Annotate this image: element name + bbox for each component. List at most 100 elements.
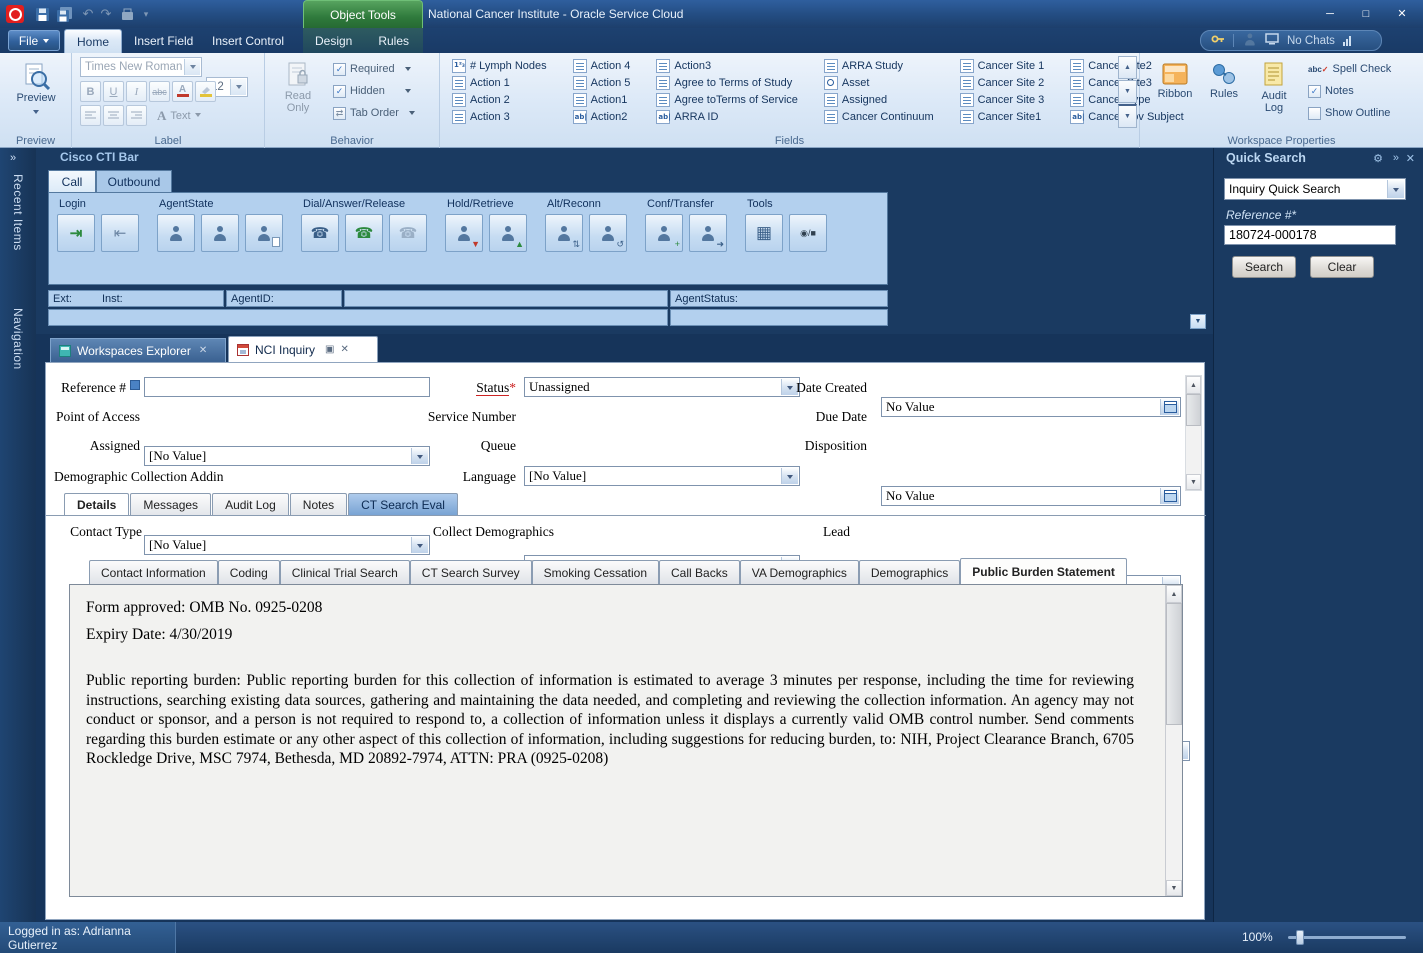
- alternate-icon[interactable]: ⇅: [545, 214, 583, 252]
- retrieve-icon[interactable]: ▲: [489, 214, 527, 252]
- tab-order-control[interactable]: ⇄ Tab Order: [333, 104, 415, 122]
- save-all-icon[interactable]: [54, 4, 74, 24]
- field-item[interactable]: Cancer Site 2: [956, 74, 1049, 91]
- form-scrollbar[interactable]: ▲ ▼: [1185, 375, 1202, 491]
- date-created-field[interactable]: No Value: [881, 397, 1181, 417]
- zoom-slider-track[interactable]: [1288, 936, 1406, 939]
- tab-clinical-trial-search[interactable]: Clinical Trial Search: [280, 560, 410, 584]
- save-icon[interactable]: [32, 4, 52, 24]
- clear-button[interactable]: Clear: [1310, 256, 1374, 278]
- field-item[interactable]: Cancer Site1: [956, 108, 1049, 125]
- strikethrough-button[interactable]: abc: [149, 81, 170, 102]
- login-icon[interactable]: ⇥: [57, 214, 95, 252]
- content-scrollbar[interactable]: ▲ ▼: [1165, 585, 1182, 896]
- answer-icon[interactable]: ☎: [345, 214, 383, 252]
- field-item[interactable]: ARRA ID: [652, 108, 802, 125]
- close-tab-icon[interactable]: ✕: [340, 344, 348, 355]
- logout-icon[interactable]: ⇤: [101, 214, 139, 252]
- key-icon[interactable]: [1211, 33, 1225, 48]
- field-item[interactable]: Action 2: [448, 91, 551, 108]
- tab-messages[interactable]: Messages: [130, 493, 211, 516]
- keypad-icon[interactable]: ▦: [745, 214, 783, 252]
- field-item[interactable]: Cancer Continuum: [820, 108, 938, 125]
- italic-button[interactable]: I: [126, 81, 147, 102]
- calendar-icon[interactable]: [1160, 488, 1179, 504]
- recent-items-panel-tab[interactable]: Recent Items: [11, 174, 25, 251]
- monitor-icon[interactable]: [1265, 33, 1279, 48]
- fields-scroll-down-button[interactable]: ▼: [1118, 80, 1137, 103]
- align-right-icon[interactable]: [126, 105, 147, 126]
- field-item[interactable]: Action 5: [569, 74, 635, 91]
- status-combo[interactable]: Unassigned: [524, 377, 800, 397]
- underline-button[interactable]: U: [103, 81, 124, 102]
- tab-ct-search-eval[interactable]: CT Search Eval: [348, 493, 458, 516]
- tab-notes[interactable]: Notes: [290, 493, 347, 516]
- show-outline-control[interactable]: Show Outline: [1308, 104, 1390, 122]
- scroll-up-button[interactable]: ▲: [1166, 585, 1182, 603]
- undo-icon[interactable]: ↶: [78, 4, 98, 24]
- toolbar-options-dropdown-icon[interactable]: ▾: [136, 4, 156, 24]
- close-button[interactable]: ✕: [1388, 4, 1416, 23]
- tab-call-backs[interactable]: Call Backs: [659, 560, 740, 584]
- audit-log-button[interactable]: Audit Log: [1250, 56, 1298, 130]
- fields-scroll-up-button[interactable]: ▲: [1118, 56, 1137, 79]
- align-left-icon[interactable]: [80, 105, 101, 126]
- tab-contact-information[interactable]: Contact Information: [89, 560, 218, 584]
- field-item[interactable]: ARRA Study: [820, 57, 938, 74]
- maximize-button[interactable]: □: [1352, 4, 1380, 23]
- rail-expand-icon[interactable]: »: [10, 152, 16, 164]
- reference-number-field[interactable]: [144, 377, 430, 397]
- rules-button[interactable]: Rules: [1202, 56, 1246, 130]
- read-only-button[interactable]: Read Only: [275, 56, 321, 130]
- reference-number-input[interactable]: [1224, 225, 1396, 245]
- service-number-combo[interactable]: [No Value]: [524, 466, 800, 486]
- bold-button[interactable]: B: [80, 81, 101, 102]
- file-menu-button[interactable]: File: [8, 30, 60, 51]
- tab-insert-control[interactable]: Insert Control: [200, 28, 296, 53]
- fields-gallery-more-button[interactable]: ▼: [1118, 104, 1137, 128]
- agent-ready-icon[interactable]: [157, 214, 195, 252]
- tab-ct-search-survey[interactable]: CT Search Survey: [410, 560, 532, 584]
- reconnect-icon[interactable]: ↺: [589, 214, 627, 252]
- required-control[interactable]: ✓ Required: [333, 60, 411, 78]
- gear-icon[interactable]: ⚙: [1373, 152, 1383, 165]
- tab-rules[interactable]: Rules: [364, 28, 423, 53]
- text-button[interactable]: AText: [157, 107, 201, 125]
- tab-audit-log[interactable]: Audit Log: [212, 493, 289, 516]
- scroll-down-button[interactable]: ▼: [1166, 880, 1182, 896]
- zoom-slider-thumb[interactable]: [1296, 930, 1304, 945]
- scroll-down-button[interactable]: ▼: [1186, 474, 1201, 490]
- calendar-icon[interactable]: [1160, 399, 1179, 415]
- font-color-button[interactable]: A: [172, 81, 193, 102]
- minimize-button[interactable]: ─: [1316, 4, 1344, 23]
- align-center-icon[interactable]: [103, 105, 124, 126]
- hidden-control[interactable]: ✓ Hidden: [333, 82, 411, 100]
- hold-icon[interactable]: ▼: [445, 214, 483, 252]
- field-item[interactable]: Action 4: [569, 57, 635, 74]
- field-item[interactable]: Agree toTerms of Service: [652, 91, 802, 108]
- close-tab-icon[interactable]: ✕: [199, 345, 207, 356]
- field-item[interactable]: Action 1: [448, 74, 551, 91]
- tab-public-burden-statement[interactable]: Public Burden Statement: [960, 558, 1127, 584]
- due-date-field[interactable]: No Value: [881, 486, 1181, 506]
- field-item[interactable]: # Lymph Nodes: [448, 57, 551, 74]
- field-item[interactable]: Action 3: [448, 108, 551, 125]
- quick-search-type-combo[interactable]: Inquiry Quick Search: [1224, 178, 1406, 200]
- cti-scroll-down-button[interactable]: ▼: [1190, 314, 1206, 329]
- release-icon[interactable]: ☎: [389, 214, 427, 252]
- scroll-thumb[interactable]: [1186, 394, 1201, 426]
- transfer-icon[interactable]: ➜: [689, 214, 727, 252]
- agent-work-icon[interactable]: [245, 214, 283, 252]
- expand-panel-icon[interactable]: »: [1393, 152, 1399, 164]
- tab-coding[interactable]: Coding: [218, 560, 280, 584]
- preview-button[interactable]: Preview: [8, 56, 64, 130]
- tab-workspaces-explorer[interactable]: Workspaces Explorer ✕: [50, 338, 226, 362]
- tab-home[interactable]: Home: [64, 29, 122, 53]
- tab-design[interactable]: Design: [303, 28, 364, 53]
- dial-icon[interactable]: ☎: [301, 214, 339, 252]
- point-of-access-combo[interactable]: [No Value]: [144, 446, 430, 466]
- font-name-combo[interactable]: Times New Roman: [80, 57, 202, 77]
- scroll-up-button[interactable]: ▲: [1186, 376, 1201, 394]
- tab-smoking-cessation[interactable]: Smoking Cessation: [532, 560, 659, 584]
- notes-control[interactable]: ✓ Notes: [1308, 82, 1354, 100]
